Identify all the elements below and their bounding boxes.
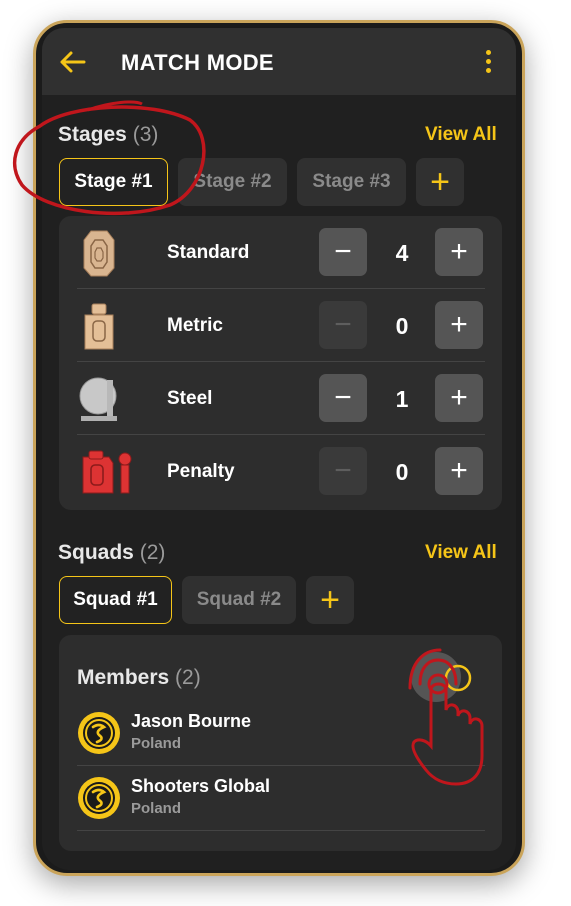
target-row-standard: Standard − 4 + [77,216,485,289]
member-name: Shooters Global [131,776,271,796]
member-name: Jason Bourne [131,711,252,731]
member-row[interactable]: Jason Bourne Poland [77,701,485,766]
standard-count: 4 [395,240,409,266]
penalty-target-icon [82,450,132,494]
app-bar: MATCH MODE [42,28,516,95]
metric-target-icon [84,303,114,350]
members-title: Members [77,666,170,689]
page-title: MATCH MODE [121,50,274,75]
increment-steel-button[interactable]: + [435,374,483,422]
target-label-penalty: Penalty [167,461,235,482]
metric-count: 0 [395,313,409,339]
member-country: Poland [131,735,182,752]
add-member-button[interactable] [411,652,461,702]
squads-heading: Squads (2) [58,541,165,565]
shooters-global-logo-icon [78,777,120,819]
stages-heading: Stages (3) [58,123,158,147]
target-label-metric: Metric [167,315,223,336]
targets-card: Standard − 4 + Metric − 0 + Steel − 1 + … [59,216,502,510]
target-row-metric: Metric − 0 + [77,289,485,362]
stages-count: (3) [132,123,159,146]
decrement-standard-button[interactable]: − [319,228,367,276]
shooters-global-logo-icon [78,712,120,754]
target-row-steel: Steel − 1 + [77,362,485,435]
arrow-left-icon[interactable] [58,48,88,76]
target-label-standard: Standard [167,242,250,263]
member-row[interactable]: Shooters Global Poland [77,766,485,831]
vertical-dots-icon[interactable] [478,46,498,78]
increment-standard-button[interactable]: + [435,228,483,276]
squads-view-all-link[interactable]: View All [425,542,497,564]
standard-target-icon [83,230,115,277]
target-row-penalty: Penalty − 0 + [77,435,485,508]
stages-title: Stages [58,123,127,146]
squads-title: Squads [58,541,134,564]
tab-stage-1[interactable]: Stage #1 [59,158,168,206]
tab-squad-2[interactable]: Squad #2 [182,576,296,624]
add-squad-button[interactable]: + [306,576,354,624]
members-card: Members (2) Jason Bourne Poland Shooters… [59,635,502,851]
row-divider [77,830,485,831]
squads-count: (2) [139,541,166,564]
stages-view-all-link[interactable]: View All [425,124,497,146]
penalty-count: 0 [395,459,409,485]
increment-metric-button[interactable]: + [435,301,483,349]
increment-penalty-button[interactable]: + [435,447,483,495]
app-screen: MATCH MODE Stages (3) View All Stage #1 … [42,28,516,870]
decrement-steel-button[interactable]: − [319,374,367,422]
target-label-steel: Steel [167,388,213,409]
tab-stage-2[interactable]: Stage #2 [178,158,287,206]
decrement-penalty-button[interactable]: − [319,447,367,495]
tab-stage-3[interactable]: Stage #3 [297,158,406,206]
members-count: (2) [175,666,201,689]
add-stage-button[interactable]: + [416,158,464,206]
steel-count: 1 [395,386,409,412]
tab-squad-1[interactable]: Squad #1 [59,576,172,624]
decrement-metric-button[interactable]: − [319,301,367,349]
members-heading: Members (2) [77,666,201,690]
member-country: Poland [131,800,182,817]
steel-target-icon [79,377,117,421]
